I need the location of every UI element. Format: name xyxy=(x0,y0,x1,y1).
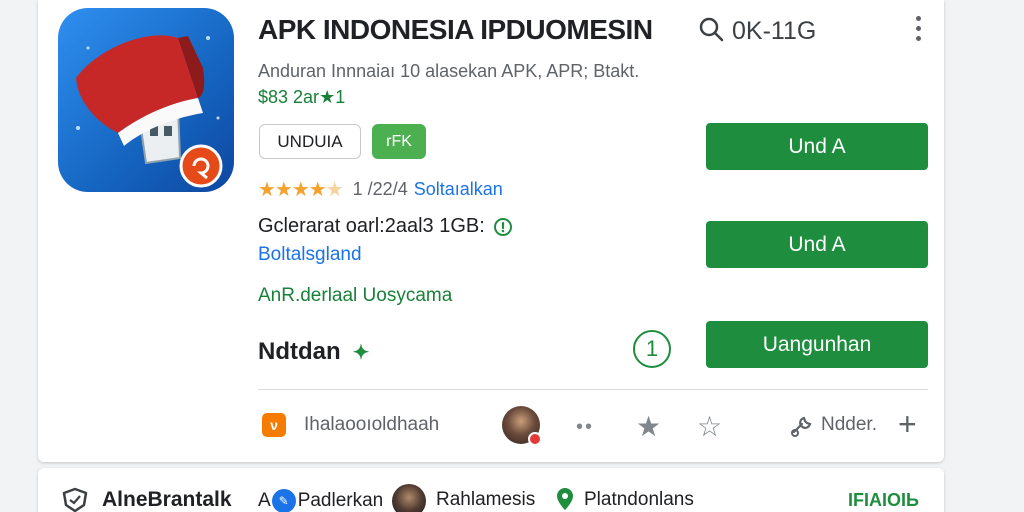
bottom-item-author[interactable]: Rahlamesis xyxy=(436,489,535,511)
tool-label[interactable]: Ndder. xyxy=(821,414,877,436)
bottom-item-publisher[interactable]: A ✎ Padlerkan xyxy=(258,489,383,512)
brand-badge-icon: ν xyxy=(262,413,286,437)
price-label: $83 2ar★1 xyxy=(258,87,345,108)
price-star-icon: ★1 xyxy=(319,87,346,107)
edit-avatar-icon: ✎ xyxy=(271,489,296,512)
bottom-section-title: AlneBrantalk xyxy=(102,488,232,511)
app-title: APK INDONESIA IPDUOMESIN xyxy=(258,14,653,45)
update-button[interactable]: Uangunhan xyxy=(706,321,928,368)
sparkle-icon: ✦ xyxy=(352,341,370,364)
step-number-badge: 1 xyxy=(633,330,671,368)
action-bar: ν Ihalaooıoldhaah •• ★ ☆ Ndder. + xyxy=(258,404,928,446)
divider xyxy=(258,389,928,390)
app-icon-artwork xyxy=(76,35,223,188)
size-text: Gclerarat oarl:2aal3 1GB: xyxy=(258,215,485,237)
rating-row: ★★★★★ 1 /22/4 Soltaıalkan xyxy=(258,177,503,202)
wrench-icon[interactable] xyxy=(788,412,816,440)
info-icon[interactable] xyxy=(493,217,513,237)
download-chip[interactable]: UNDUIA xyxy=(259,124,361,159)
see-all-link[interactable]: IFIAIOIЬ xyxy=(848,490,919,511)
avatar-secondary[interactable] xyxy=(392,484,426,512)
shield-icon xyxy=(62,487,88,512)
search-query[interactable]: 0K-11G xyxy=(732,17,816,46)
tag-chip[interactable]: rFK xyxy=(372,124,426,159)
reviews-link[interactable]: Soltaıalkan xyxy=(414,179,503,200)
app-icon[interactable] xyxy=(58,8,234,192)
star-outline-icon[interactable]: ☆ xyxy=(697,410,722,443)
category-link[interactable]: AnR.derlaal Uosycama xyxy=(258,285,452,307)
price-text: $83 2ar xyxy=(258,87,320,107)
rating-stars-icon: ★★★★★ xyxy=(258,179,344,201)
avatar[interactable] xyxy=(502,406,542,446)
app-subtitle: Anduran Innnaiaı 10 alasekan APK, APR; B… xyxy=(258,61,640,81)
more-options-icon[interactable] xyxy=(908,16,928,44)
size-info: Gclerarat oarl:2aal3 1GB: xyxy=(258,215,513,238)
more-dots-icon[interactable]: •• xyxy=(576,416,594,439)
action-bar-label[interactable]: Ihalaooıoldhaah xyxy=(304,414,439,436)
install-button-secondary[interactable]: Und A xyxy=(706,221,928,268)
rating-count: 1 /22/4 xyxy=(352,179,408,199)
notification-dot xyxy=(528,432,542,446)
section-heading: Ndtdan ✦ xyxy=(258,338,369,366)
star-filled-icon[interactable]: ★ xyxy=(636,410,661,443)
location-pin-icon xyxy=(557,488,573,510)
bottom-item-location[interactable]: Platndonlans xyxy=(584,489,694,511)
install-button-primary[interactable]: Und A xyxy=(706,123,928,170)
add-icon[interactable]: + xyxy=(898,406,917,443)
section-heading-text: Ndtdan xyxy=(258,338,341,365)
developer-link[interactable]: Boltalsgland xyxy=(258,244,362,266)
search-icon[interactable] xyxy=(698,16,724,42)
